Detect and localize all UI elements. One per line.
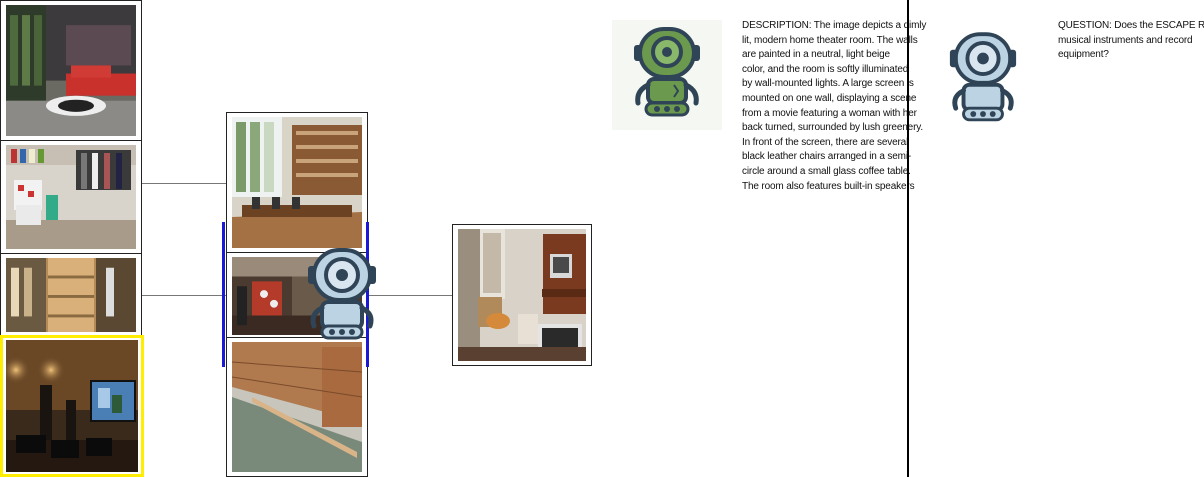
description-text: DESCRIPTION: The image depicts a dimly l… xyxy=(742,20,927,192)
selection-bracket-left xyxy=(222,222,225,367)
candidate-image-living-room[interactable] xyxy=(0,0,142,141)
candidate-image-home-theater-selected[interactable] xyxy=(0,335,144,477)
home-theater-photo xyxy=(6,340,138,472)
computer-desk-photo xyxy=(458,229,586,361)
locker-room-photo xyxy=(232,342,362,472)
question-text: QUESTION: Does the ESCAPE ROOM musical i… xyxy=(1058,20,1204,61)
blue-robot-icon xyxy=(304,248,380,340)
middle-image-locker-room[interactable] xyxy=(226,337,368,477)
connector-line-closet xyxy=(142,183,226,184)
middle-image-conference-room[interactable] xyxy=(226,112,368,253)
blue-robot-icon xyxy=(946,32,1020,122)
closet-photo xyxy=(6,145,136,249)
candidate-image-closet[interactable] xyxy=(0,140,142,254)
candidate-image-shelves[interactable] xyxy=(0,253,142,337)
shelves-photo xyxy=(6,258,136,332)
conference-room-photo xyxy=(232,117,362,248)
connector-line-to-result xyxy=(368,295,452,296)
panel-divider xyxy=(907,0,909,477)
green-robot-icon xyxy=(630,27,704,119)
result-image-computer-desk[interactable] xyxy=(452,224,592,366)
living-room-photo xyxy=(6,5,136,136)
connector-line-shelves xyxy=(142,295,226,296)
